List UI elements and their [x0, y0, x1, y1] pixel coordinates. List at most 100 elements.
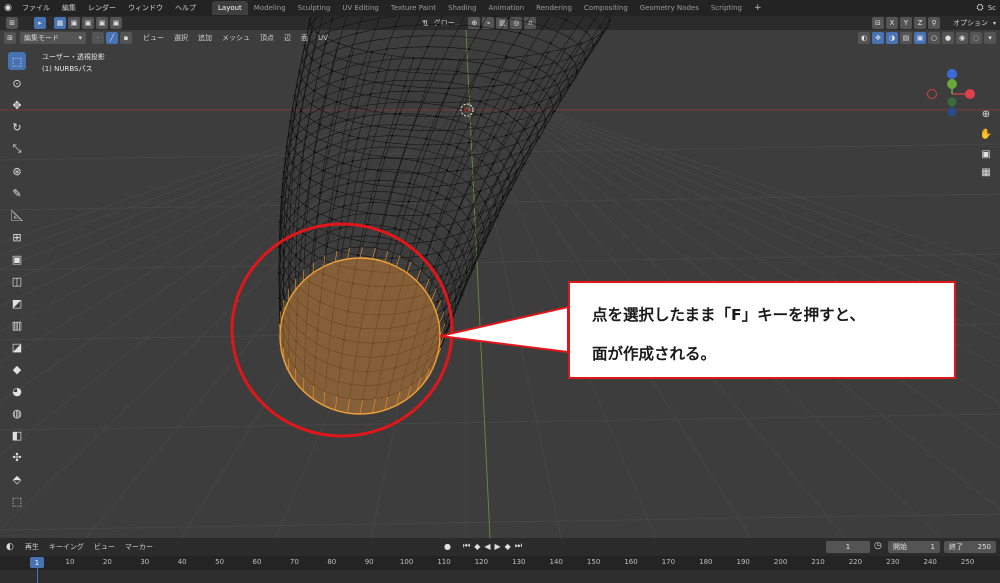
vertex-select-icon[interactable]: ⋅ [92, 32, 104, 44]
editor-type-icon[interactable]: ⊞ [4, 32, 16, 44]
shading-options-icon[interactable]: ▾ [984, 32, 996, 44]
select-tool-icon[interactable]: ⬚ [8, 52, 26, 70]
record-icon[interactable]: ● [442, 542, 453, 551]
scene-name[interactable]: Sc [984, 4, 1000, 12]
add-workspace-button[interactable]: + [748, 3, 768, 13]
frame-tick-label: 70 [289, 558, 299, 566]
poly-build-tool-icon[interactable]: ◆ [8, 360, 26, 378]
menu-edit[interactable]: 編集 [56, 0, 82, 16]
measure-tool-icon[interactable]: 📐︎ [8, 206, 26, 224]
scene-icon[interactable]: ⛭ [977, 3, 984, 13]
tab-shading[interactable]: Shading [442, 1, 482, 15]
menu-window[interactable]: ウィンドウ [122, 0, 169, 16]
shading-solid-icon[interactable]: ● [942, 32, 954, 44]
extrude-tool-icon[interactable]: ▣ [8, 250, 26, 268]
timeline-area[interactable]: 10 20 30 40 50 60 70 80 90 100 110 120 130 140 150 160 1… [0, 556, 1000, 583]
loop-cut-tool-icon[interactable]: ▥ [8, 316, 26, 334]
tab-layout[interactable]: Layout [212, 1, 248, 15]
tab-scripting[interactable]: Scripting [705, 1, 748, 15]
rotate-tool-icon[interactable]: ↻ [8, 118, 26, 136]
shading-rendered-icon[interactable]: ◌ [970, 32, 982, 44]
menu-marker[interactable]: マーカー [120, 542, 158, 552]
menu-select[interactable]: 選択 [169, 33, 193, 43]
timeline-track[interactable] [0, 570, 1000, 583]
timeline-editor-icon[interactable]: ◐ [6, 542, 14, 552]
scale-tool-icon[interactable]: ⤡ [8, 140, 26, 158]
xray-toggle-icon[interactable]: ▣ [914, 32, 926, 44]
play-reverse-icon[interactable]: ◀ [482, 542, 492, 551]
camera-icon[interactable]: ▣ [978, 146, 994, 162]
object-name: (1) NURBSパス [42, 65, 93, 73]
zoom-icon[interactable]: ⊕ [978, 106, 994, 122]
grid-view-icon[interactable]: ▦ [978, 164, 994, 180]
menu-render[interactable]: レンダー [82, 0, 122, 16]
mode-label: 編集モード [24, 34, 59, 42]
tab-geometry-nodes[interactable]: Geometry Nodes [634, 1, 705, 15]
tab-animation[interactable]: Animation [482, 1, 530, 15]
gizmo-toggle-icon[interactable]: ✥ [872, 32, 884, 44]
menu-uv[interactable]: UV [313, 34, 333, 42]
jump-start-icon[interactable]: ⏮ [461, 541, 472, 551]
shrink-fatten-tool-icon[interactable]: ✣ [8, 448, 26, 466]
overlay-toggle-icon[interactable]: ◑ [886, 32, 898, 44]
edge-slide-tool-icon[interactable]: ◧ [8, 426, 26, 444]
transform-tool-icon[interactable]: ⊛ [8, 162, 26, 180]
frame-tick-label: 40 [177, 558, 187, 566]
menu-file[interactable]: ファイル [16, 0, 56, 16]
tab-compositing[interactable]: Compositing [578, 1, 634, 15]
tab-uv-editing[interactable]: UV Editing [336, 1, 385, 15]
move-tool-icon[interactable]: ✥ [8, 96, 26, 114]
tab-texture-paint[interactable]: Texture Paint [385, 1, 442, 15]
viewport-scene[interactable] [0, 16, 1000, 538]
prev-keyframe-icon[interactable]: ◆ [472, 542, 482, 551]
start-frame-field[interactable]: 開始 1 [888, 541, 940, 553]
menu-timeline-view[interactable]: ビュー [89, 542, 120, 552]
rip-tool-icon[interactable]: ⬚ [8, 492, 26, 510]
cursor-tool-icon[interactable]: ⊙ [8, 74, 26, 92]
menu-view[interactable]: ビュー [138, 33, 169, 43]
jump-end-icon[interactable]: ⏭ [513, 541, 524, 551]
menu-playback[interactable]: 再生 [20, 542, 44, 552]
blender-logo-icon[interactable]: ◉ [0, 0, 16, 16]
frame-tick-label: 110 [437, 558, 451, 566]
face-select-icon[interactable]: ▪ [120, 32, 132, 44]
menu-keying[interactable]: キーイング [44, 542, 89, 552]
add-cube-tool-icon[interactable]: ⊞ [8, 228, 26, 246]
tab-sculpting[interactable]: Sculpting [292, 1, 337, 15]
shading-wireframe-icon[interactable]: ○ [928, 32, 940, 44]
visibility-icon[interactable]: ◐ [858, 32, 870, 44]
3d-viewport[interactable]: ユーザー・透視投影 (1) NURBSパス ⊕ ✋ ▣ ▦ [0, 16, 1000, 538]
menu-vertex[interactable]: 頂点 [255, 33, 279, 43]
play-icon[interactable]: ▶ [493, 542, 503, 551]
smooth-tool-icon[interactable]: ◍ [8, 404, 26, 422]
clock-icon[interactable]: ◷ [874, 541, 882, 551]
frame-tick-label: 20 [102, 558, 112, 566]
tab-rendering[interactable]: Rendering [530, 1, 578, 15]
current-frame-field[interactable]: 1 [826, 541, 870, 553]
frame-tick-label: 50 [215, 558, 225, 566]
shear-tool-icon[interactable]: ⬘ [8, 470, 26, 488]
spin-tool-icon[interactable]: ◕ [8, 382, 26, 400]
frame-tick-label: 190 [736, 558, 750, 566]
menu-add[interactable]: 追加 [193, 33, 217, 43]
knife-tool-icon[interactable]: ◪ [8, 338, 26, 356]
menu-help[interactable]: ヘルプ [169, 0, 202, 16]
mode-dropdown[interactable]: 編集モード ▾ [20, 32, 86, 44]
menu-mesh[interactable]: メッシュ [217, 33, 255, 43]
end-frame-field[interactable]: 終了 250 [944, 541, 996, 553]
playhead-line[interactable] [37, 568, 38, 583]
shading-material-icon[interactable]: ◉ [956, 32, 968, 44]
frame-tick-label: 130 [512, 558, 526, 566]
navigation-gizmo[interactable] [926, 68, 978, 120]
next-keyframe-icon[interactable]: ◆ [503, 542, 513, 551]
menu-edge[interactable]: 辺 [279, 33, 296, 43]
pan-hand-icon[interactable]: ✋ [978, 126, 994, 142]
annotate-tool-icon[interactable]: ✎ [8, 184, 26, 202]
edge-select-icon[interactable]: ╱ [106, 32, 118, 44]
mesh-overlay-icon[interactable]: ▤ [900, 32, 912, 44]
menu-face[interactable]: 面 [296, 33, 313, 43]
inset-tool-icon[interactable]: ◫ [8, 272, 26, 290]
tab-modeling[interactable]: Modeling [248, 1, 292, 15]
bevel-tool-icon[interactable]: ◩ [8, 294, 26, 312]
playhead-label[interactable]: 1 [30, 557, 44, 568]
